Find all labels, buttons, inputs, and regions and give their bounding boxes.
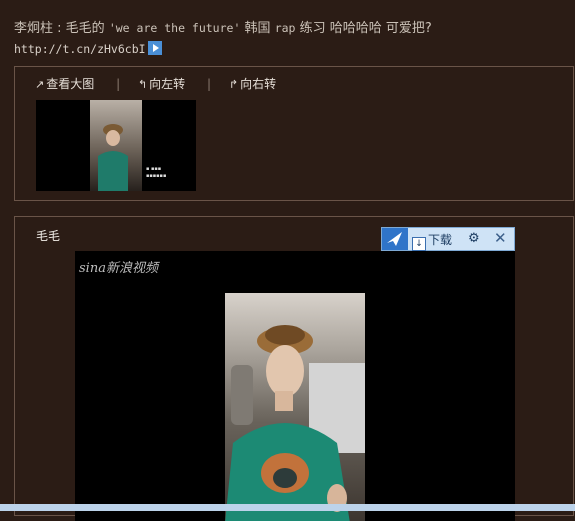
video-link-icon[interactable] [147,41,162,55]
divider: | [207,77,212,91]
rotate-left-label: 向左转 [149,77,186,91]
sina-video-logo: sina新浪视频 [79,261,158,276]
person-thumbnail-icon [98,124,128,191]
rotate-right-button[interactable]: ↱ 向右转 [229,75,276,92]
divider: | [116,77,121,91]
image-preview-box: ↗ 查看大图 | ↰ 向左转 | ↱ 向右转 ▪ ▪▪▪ ▪▪▪▪▪▪ [14,66,574,201]
video-author-name: 毛毛 [36,229,61,243]
bottom-scrollbar[interactable] [0,504,575,511]
download-toolbar: ↓ 下载 ⚙ ✕ [381,227,515,251]
download-label: 下载 [428,233,453,247]
post-text-en: 'we are the future' [108,21,241,35]
close-icon[interactable]: ✕ [494,229,507,247]
person-video-icon [225,325,365,521]
video-frame [225,293,365,521]
post-author: 李炯柱 [14,21,54,36]
image-thumbnail[interactable]: ▪ ▪▪▪ ▪▪▪▪▪▪ [36,100,196,191]
view-large-label: 查看大图 [46,77,95,91]
video-player[interactable]: sina新浪视频 [75,251,515,521]
post-text-cn1: 毛毛的 [65,21,105,36]
video-box: 毛毛 sina新浪视频 ↓ 下载 ⚙ ✕ [14,216,574,521]
rotate-left-button[interactable]: ↰ 向左转 [138,75,185,92]
rotate-right-label: 向右转 [240,77,277,91]
thumbnail-watermark: ▪ ▪▪▪ ▪▪▪▪▪▪ [146,166,167,179]
post-text-rap: rap [274,21,296,35]
rotate-right-icon: ↱ [228,78,239,91]
rotate-left-icon: ↰ [137,78,148,91]
bird-logo-icon[interactable] [382,228,408,250]
post-text: 李炯柱 : 毛毛的 'we are the future' 韩国 rap 练习 … [14,21,432,56]
view-large-button[interactable]: ↗ 查看大图 [35,75,94,92]
settings-gear-icon[interactable]: ⚙ [468,231,480,246]
external-link-icon: ↗ [35,78,45,91]
post-text-cn3: 练习 哈哈哈哈 可爱把? [299,21,432,36]
download-button[interactable]: ↓ 下载 [412,231,452,251]
post-link[interactable]: http://t.cn/zHv6cbI [14,42,146,56]
post-text-cn2: 韩国 [244,21,271,36]
image-toolbar: ↗ 查看大图 | ↰ 向左转 | ↱ 向右转 [35,75,284,92]
download-icon: ↓ [412,237,426,251]
